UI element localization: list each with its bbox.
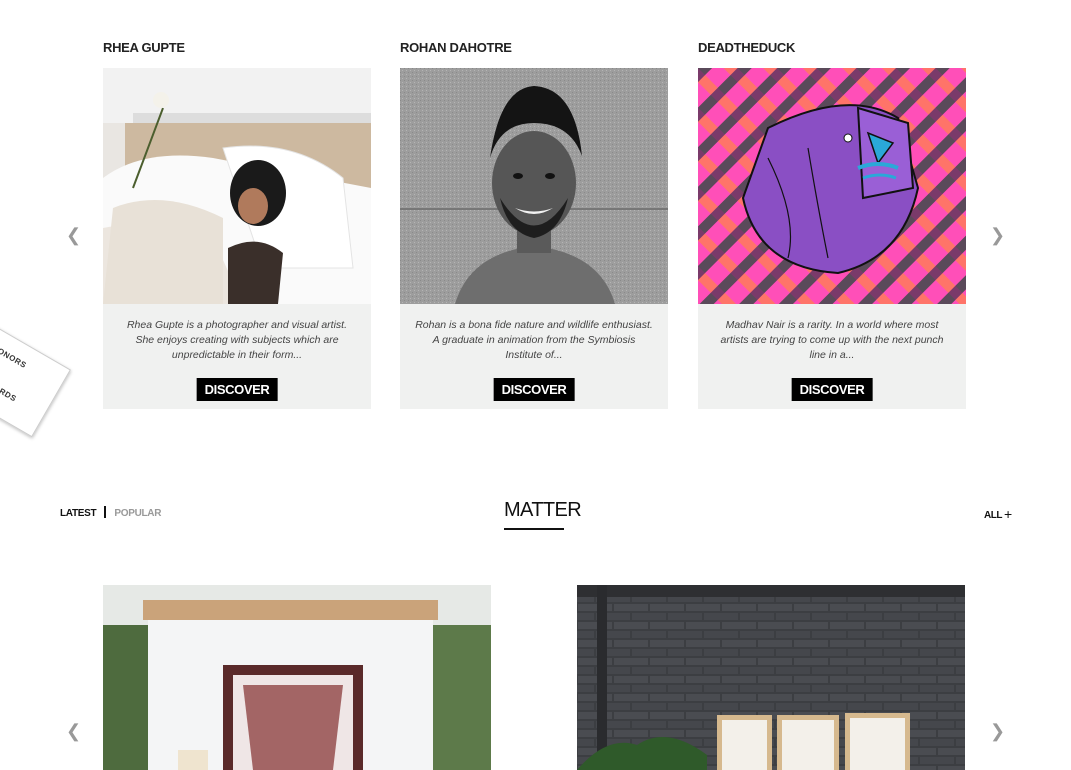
filter-divider xyxy=(104,506,107,518)
chevron-right-icon[interactable]: ❯ xyxy=(990,722,1005,740)
artist-card-3: Madhav Nair is a rarity. In a world wher… xyxy=(698,68,966,409)
badge-awwwards-label: AWWWARDS xyxy=(0,368,19,404)
section-title-matter: MATTER xyxy=(504,499,582,521)
section-title-underline xyxy=(504,528,564,530)
artist-name-2[interactable]: ROHAN DAHOTRE xyxy=(400,40,512,55)
discover-button-1[interactable]: DISCOVER xyxy=(196,378,278,401)
matter-image-1[interactable] xyxy=(103,585,491,770)
chevron-right-icon[interactable]: ❯ xyxy=(990,226,1005,244)
matter-image-2[interactable] xyxy=(577,585,965,770)
chevron-left-icon[interactable]: ❮ xyxy=(66,722,81,740)
badge-honors-label: HONORS xyxy=(0,343,29,371)
artist-description-1: Rhea Gupte is a photographer and visual … xyxy=(126,319,348,361)
artist-card-1: Rhea Gupte is a photographer and visual … xyxy=(103,68,371,409)
artist-card-2: Rohan is a bona fide nature and wildlife… xyxy=(400,68,668,409)
all-link[interactable]: ALL + xyxy=(984,506,1012,522)
all-label: ALL xyxy=(984,510,1002,521)
filter-latest[interactable]: LATEST xyxy=(60,508,97,519)
filter-popular[interactable]: POPULAR xyxy=(114,508,161,519)
discover-button-3[interactable]: DISCOVER xyxy=(791,378,873,401)
artist-photo-rhea[interactable] xyxy=(103,68,371,304)
artist-description-2: Rohan is a bona fide nature and wildlife… xyxy=(415,319,653,361)
plus-icon: + xyxy=(1004,506,1012,522)
artist-name-1[interactable]: RHEA GUPTE xyxy=(103,40,185,55)
awwwards-honors-badge[interactable]: HONORS AWWWARDS xyxy=(0,320,71,438)
matter-filters: LATEST POPULAR xyxy=(60,506,161,519)
artist-photo-rohan[interactable] xyxy=(400,68,668,304)
chevron-left-icon[interactable]: ❮ xyxy=(66,226,81,244)
artist-name-3[interactable]: DEADTHEDUCK xyxy=(698,40,795,55)
discover-button-2[interactable]: DISCOVER xyxy=(493,378,575,401)
artist-artwork-deadtheduck[interactable] xyxy=(698,68,966,304)
artist-description-3: Madhav Nair is a rarity. In a world wher… xyxy=(720,319,944,361)
